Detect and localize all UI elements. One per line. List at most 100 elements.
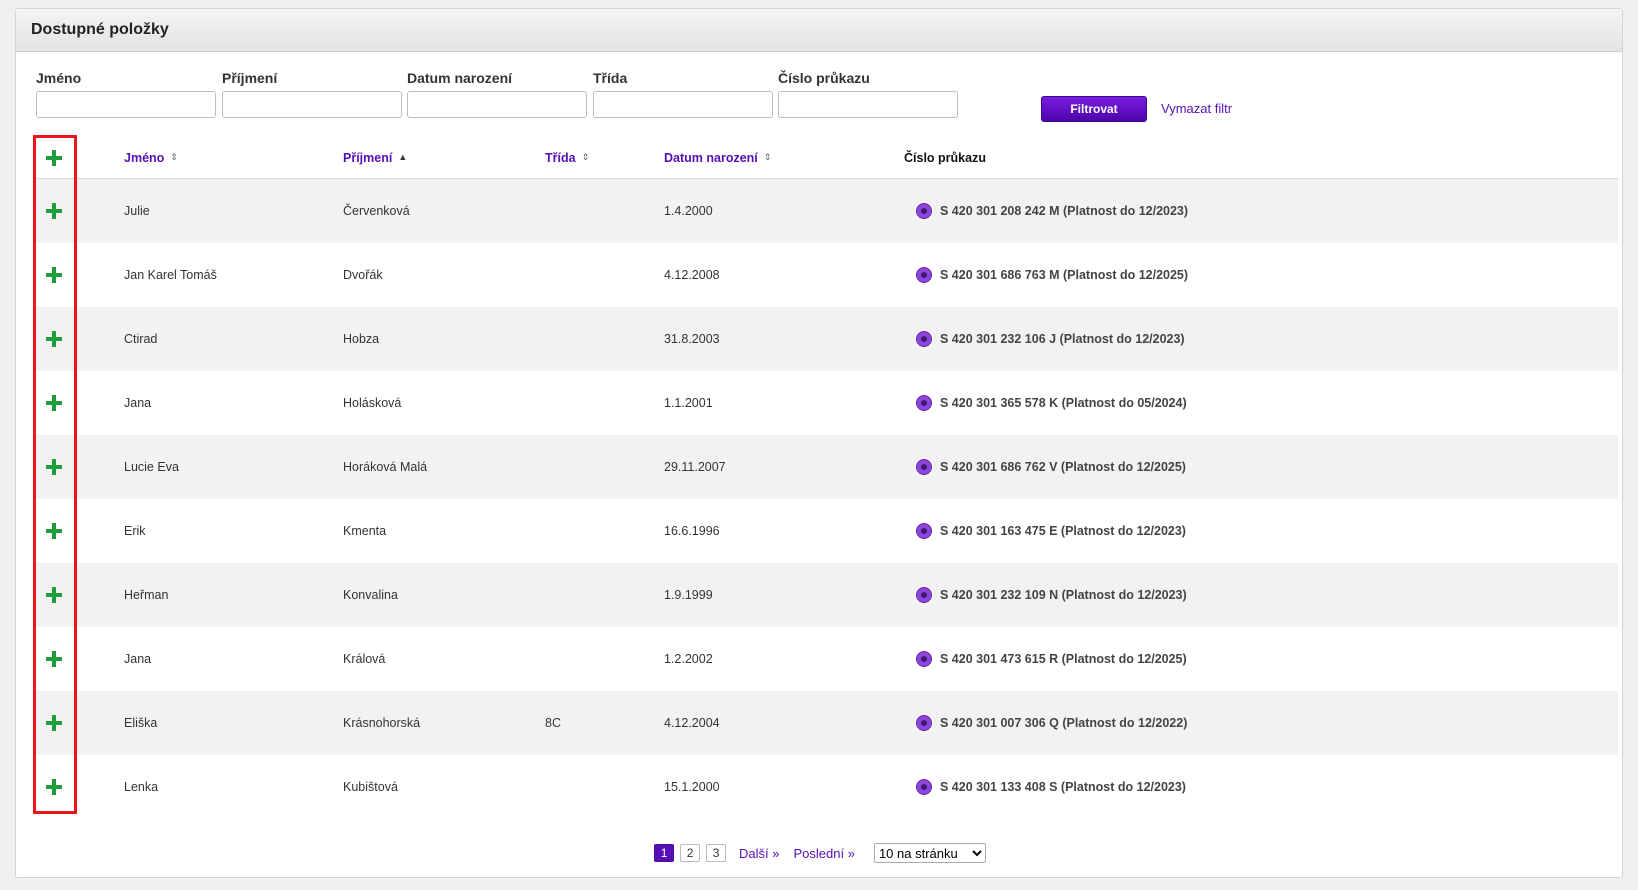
add-cell	[44, 627, 64, 691]
cell-birth-date: 15.1.2000	[664, 780, 720, 794]
clear-filter-link[interactable]: Vymazat filtr	[1161, 101, 1232, 116]
add-cell	[44, 755, 64, 819]
card-status-icon	[916, 395, 932, 411]
header-card-number: Číslo průkazu	[904, 137, 986, 178]
add-item-plus-icon[interactable]	[44, 777, 64, 797]
add-cell	[44, 371, 64, 435]
add-item-plus-icon[interactable]	[44, 393, 64, 413]
filter-last-name-group: Příjmení	[222, 69, 402, 118]
items-table: Jméno ⇕ Příjmení ▲ Třída ⇕ Datum narozen…	[36, 137, 1618, 819]
add-item-plus-icon[interactable]	[44, 713, 64, 733]
per-page-select[interactable]: 10 na stránku	[873, 843, 986, 863]
cell-first-name: Julie	[124, 204, 150, 218]
add-cell	[44, 179, 64, 243]
cell-card-number: S 420 301 365 578 K (Platnost do 05/2024…	[916, 371, 1187, 435]
filter-class-input[interactable]	[593, 91, 773, 118]
add-item-plus-icon[interactable]	[44, 329, 64, 349]
header-birth-date-label: Datum narození	[664, 150, 758, 165]
add-item-plus-icon[interactable]	[44, 521, 64, 541]
page-2-button[interactable]: 2	[680, 844, 701, 862]
cell-card-number: S 420 301 232 109 N (Platnost do 12/2023…	[916, 563, 1187, 627]
cell-last-name: Kubištová	[343, 780, 398, 794]
cell-card-number: S 420 301 686 763 M (Platnost do 12/2025…	[916, 243, 1188, 307]
table-row: Erik Kmenta 16.6.1996 S 420 301 163 475 E (…	[36, 499, 1618, 563]
cell-card-number: S 420 301 133 408 S (Platnost do 12/2023…	[916, 755, 1186, 819]
cell-first-name: Eliška	[124, 716, 158, 730]
sort-both-icon: ⇕	[763, 152, 772, 162]
filter-card-number-label: Číslo průkazu	[778, 70, 870, 86]
header-add-cell	[44, 137, 64, 178]
cell-birth-date: 29.11.2007	[664, 460, 726, 474]
card-status-icon	[916, 715, 932, 731]
filter-birth-date-input[interactable]	[407, 91, 587, 118]
filter-card-number-input[interactable]	[778, 91, 958, 118]
card-number-text: S 420 301 208 242 M (Platnost do 12/2023…	[940, 204, 1189, 218]
add-cell	[44, 563, 64, 627]
card-number-text: S 420 301 232 106 J (Platnost do 12/2023…	[940, 332, 1185, 346]
cell-first-name: Jan Karel Tomáš	[124, 268, 217, 282]
sort-last-name-link[interactable]: Příjmení	[343, 151, 392, 165]
filter-first-name-input[interactable]	[36, 91, 216, 118]
cell-birth-date: 4.12.2004	[664, 716, 720, 730]
filter-birth-date-label: Datum narození	[407, 70, 513, 86]
cell-class: 8C	[545, 716, 561, 730]
card-status-icon	[916, 523, 932, 539]
card-number-text: S 420 301 007 306 Q (Platnost do 12/2022…	[940, 716, 1188, 730]
cell-last-name: Kmenta	[343, 524, 387, 538]
header-last-name-label: Příjmení	[343, 150, 393, 165]
cell-card-number: S 420 301 473 615 R (Platnost do 12/2025…	[916, 627, 1187, 691]
add-item-plus-icon[interactable]	[44, 265, 64, 285]
add-cell	[44, 435, 64, 499]
cell-last-name: Červenková	[343, 204, 410, 218]
table-body: Julie Červenková 1.4.2000 S 420 301 208 242…	[36, 179, 1618, 819]
add-all-plus-icon[interactable]	[44, 148, 64, 168]
card-number-text: S 420 301 163 475 E (Platnost do 12/2023…	[940, 524, 1186, 538]
card-number-text: S 420 301 365 578 K (Platnost do 05/2024…	[940, 396, 1187, 410]
cell-last-name: Dvořák	[343, 268, 383, 282]
cell-birth-date: 1.9.1999	[664, 588, 713, 602]
pagination: 1 2 3 Další » Poslední » 10 na stránku	[16, 843, 1624, 863]
add-cell	[44, 307, 64, 371]
filter-button[interactable]: Filtrovat	[1041, 96, 1147, 122]
sort-asc-icon: ▲	[398, 152, 408, 162]
cell-first-name: Jana	[124, 396, 152, 410]
sort-birth-date-link[interactable]: Datum narození	[664, 151, 758, 165]
card-number-text: S 420 301 686 763 M (Platnost do 12/2025…	[940, 268, 1189, 282]
header-class: Třída ⇕	[545, 137, 589, 178]
panel-title: Dostupné položky	[16, 9, 1622, 52]
table-row: Ctirad Hobza 31.8.2003 S 420 301 232 106 J …	[36, 307, 1618, 371]
card-status-icon	[916, 203, 932, 219]
next-page-link[interactable]: Další »	[739, 846, 779, 861]
add-item-plus-icon[interactable]	[44, 201, 64, 221]
cell-last-name: Konvalina	[343, 588, 398, 602]
card-number-text: S 420 301 686 762 V (Platnost do 12/2025…	[940, 460, 1186, 474]
add-item-plus-icon[interactable]	[44, 457, 64, 477]
cell-birth-date: 1.4.2000	[664, 204, 713, 218]
cell-card-number: S 420 301 686 762 V (Platnost do 12/2025…	[916, 435, 1186, 499]
table-row: Heřman Konvalina 1.9.1999 S 420 301 232 109…	[36, 563, 1618, 627]
last-page-link[interactable]: Poslední »	[794, 846, 855, 861]
add-cell	[44, 243, 64, 307]
header-first-name: Jméno ⇕	[124, 137, 178, 178]
add-item-plus-icon[interactable]	[44, 649, 64, 669]
add-item-plus-icon[interactable]	[44, 585, 64, 605]
sort-class-link[interactable]: Třída	[545, 151, 576, 165]
cell-first-name: Heřman	[124, 588, 169, 602]
cell-last-name: Králová	[343, 652, 386, 666]
cell-last-name: Holásková	[343, 396, 402, 410]
cell-card-number: S 420 301 208 242 M (Platnost do 12/2023…	[916, 179, 1188, 243]
header-class-label: Třída	[545, 150, 576, 165]
available-items-panel: Dostupné položky Jméno Příjmení Datum na…	[15, 8, 1623, 878]
card-number-text: S 420 301 133 408 S (Platnost do 12/2023…	[940, 780, 1186, 794]
header-last-name: Příjmení ▲	[343, 137, 407, 178]
filter-last-name-input[interactable]	[222, 91, 402, 118]
filter-first-name-label: Jméno	[36, 70, 82, 86]
page-3-button[interactable]: 3	[706, 844, 727, 862]
page-1-button[interactable]: 1	[654, 844, 675, 862]
card-status-icon	[916, 587, 932, 603]
cell-card-number: S 420 301 163 475 E (Platnost do 12/2023…	[916, 499, 1186, 563]
sort-both-icon: ⇕	[170, 152, 178, 162]
sort-first-name-link[interactable]: Jméno	[124, 151, 164, 165]
filter-form: Jméno Příjmení Datum narození Třída Čísl…	[36, 69, 1536, 129]
card-number-text: S 420 301 232 109 N (Platnost do 12/2023…	[940, 588, 1187, 602]
